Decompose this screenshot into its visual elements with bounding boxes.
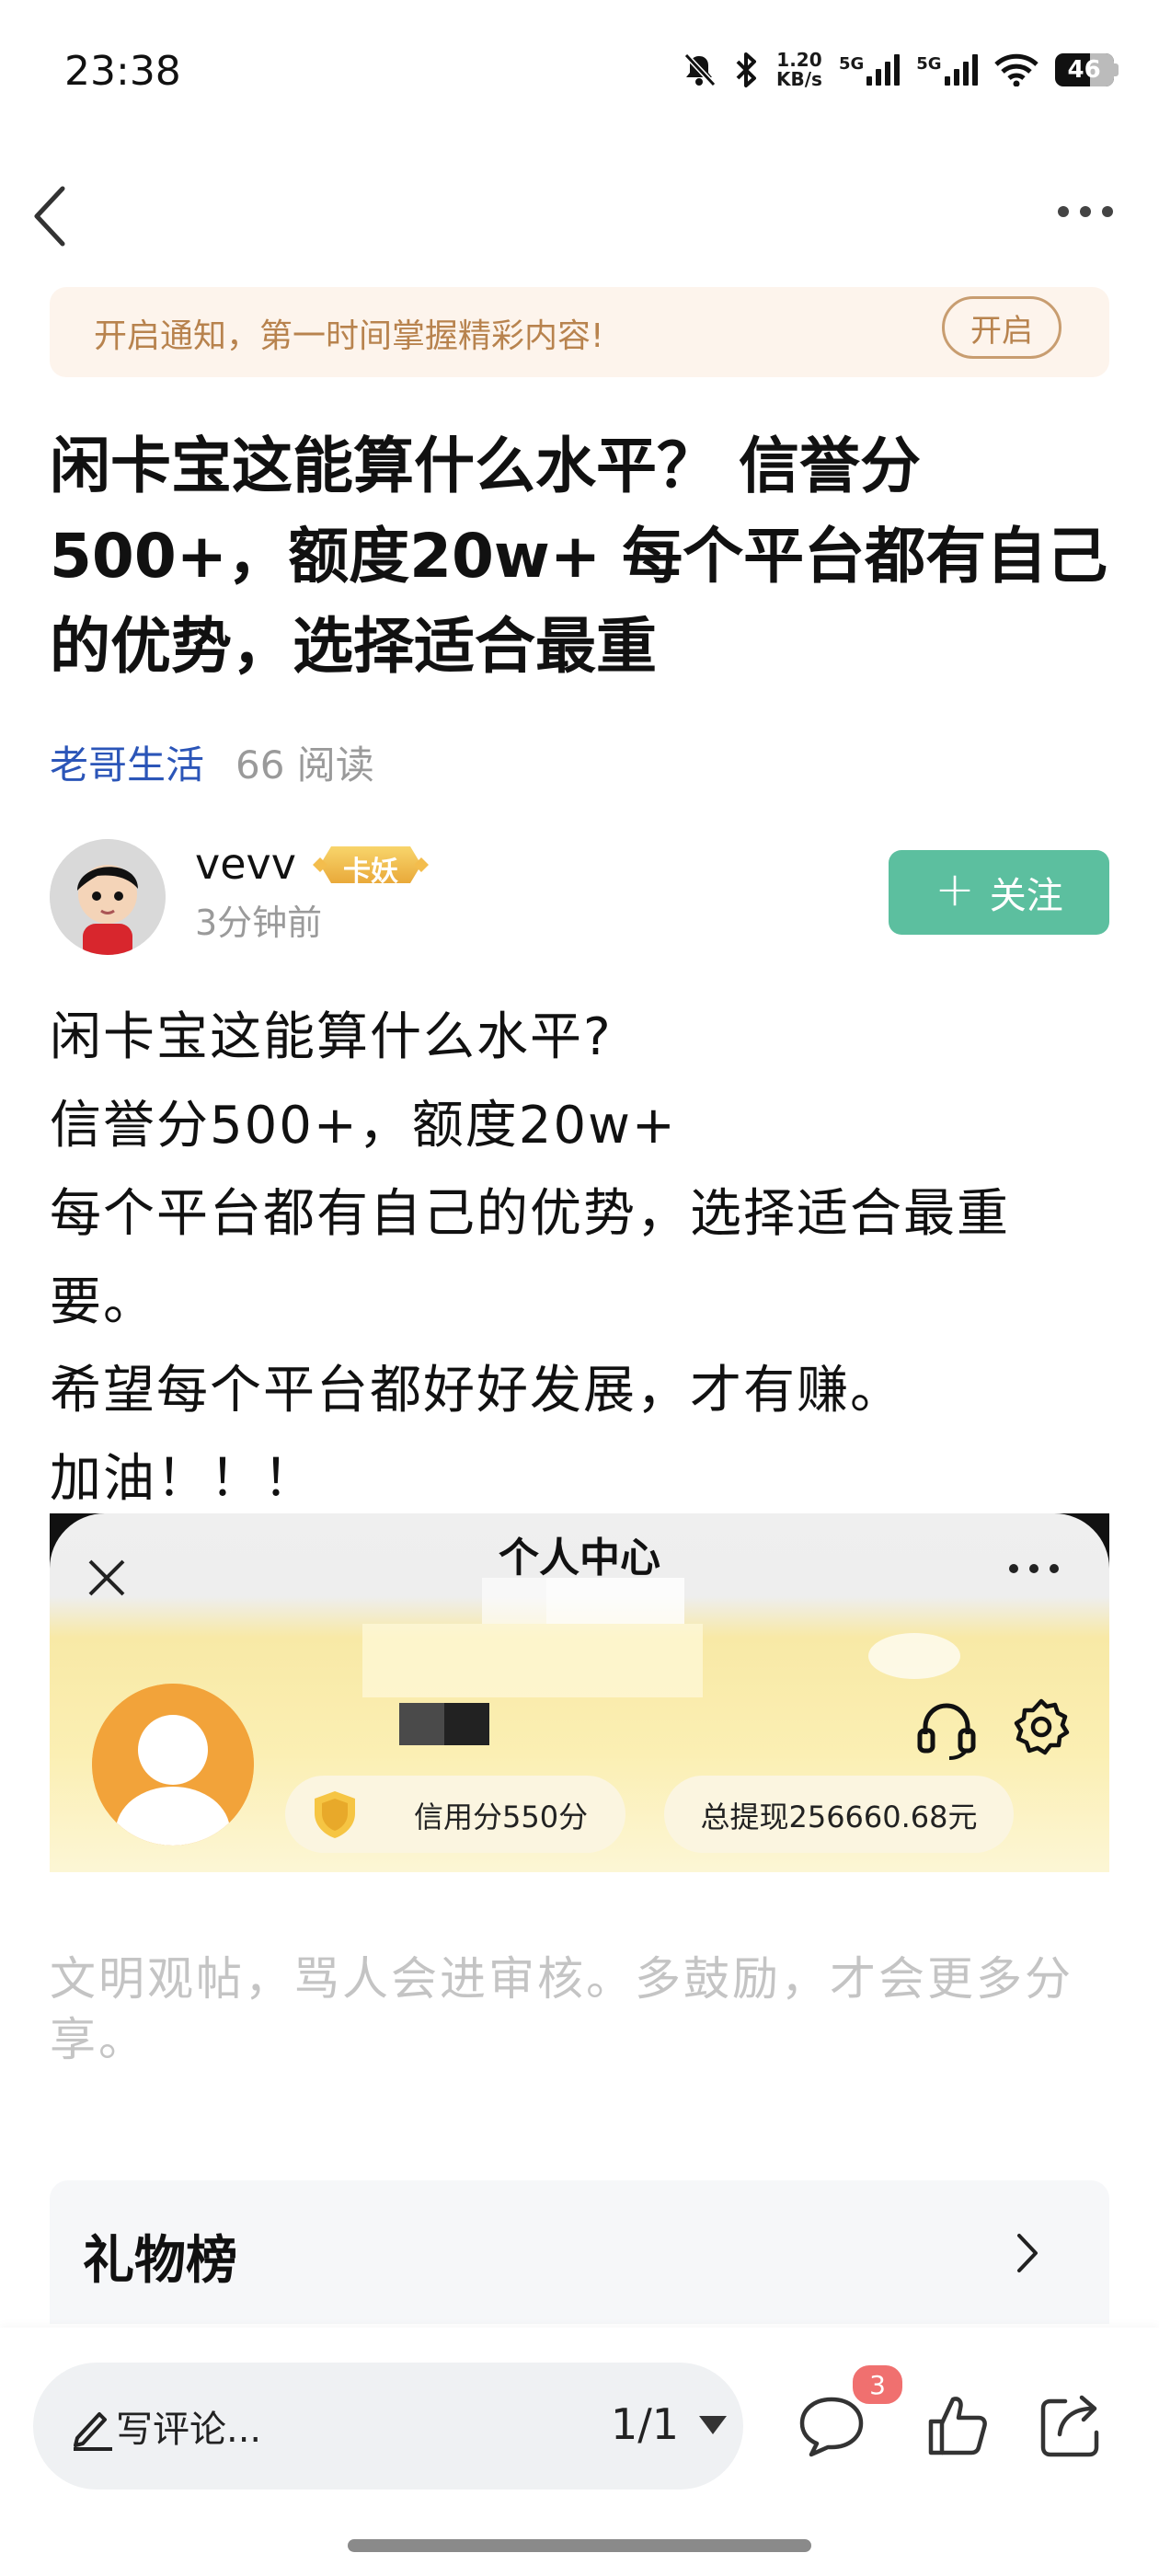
- follow-button[interactable]: + 关注: [889, 850, 1109, 935]
- signal-sim1-icon: 5G: [838, 54, 901, 86]
- comment-hint: 文明观帖，骂人会进审核。多鼓励，才会更多分享。: [50, 1952, 1073, 2066]
- sim2-label: 5G: [916, 54, 942, 74]
- plus-icon: +: [935, 862, 975, 917]
- notification-text: 开启通知，第一时间掌握精彩内容!: [94, 317, 604, 355]
- net-speed-value: 1.20: [776, 49, 822, 71]
- embed-more-icon: [1009, 1564, 1059, 1573]
- total-withdraw-pill: 总提现256660.68元: [664, 1776, 1014, 1853]
- post-body: 闲卡宝这能算什么水平? 信誉分500+，额度20w+ 每个平台都有自己的优势，选…: [50, 994, 1117, 1524]
- net-speed: 1.20 KB/s: [776, 51, 822, 89]
- comments-icon[interactable]: [797, 2394, 866, 2460]
- chevron-right-icon: [1017, 2234, 1038, 2272]
- body-line: 要。: [50, 1272, 156, 1332]
- sim1-label: 5G: [838, 54, 865, 74]
- embed-avatar-icon: [92, 1684, 254, 1846]
- net-speed-unit: KB/s: [776, 68, 822, 90]
- signal-sim2-icon: 5G: [916, 54, 978, 86]
- home-indicator[interactable]: [348, 2539, 811, 2552]
- caret-down-icon[interactable]: [697, 2414, 729, 2438]
- pencil-icon: [74, 2412, 112, 2451]
- credit-score-pill: 信用分550分: [285, 1776, 625, 1853]
- circle-link[interactable]: 老哥生活: [50, 734, 204, 790]
- post-image[interactable]: 个人中心 信用分550分 总提现256660.68元: [50, 1513, 1109, 1872]
- headset-icon: [917, 1703, 976, 1760]
- wifi-icon: [993, 53, 1039, 86]
- comment-placeholder: 写评论...: [116, 2409, 262, 2451]
- comments-count-badge: 3: [850, 2363, 905, 2407]
- notification-banner: 开启通知，第一时间掌握精彩内容! 开启: [50, 287, 1109, 377]
- status-time: 23:38: [64, 48, 181, 95]
- embed-name-mosaic: [399, 1703, 489, 1745]
- post-title: 闲卡宝这能算什么水平？ 信誉分500+，额度20w+ 每个平台都有自己的优势，选…: [50, 431, 1108, 682]
- embed-title: 个人中心: [499, 1535, 660, 1581]
- close-icon: [88, 1559, 125, 1596]
- bottom-action-bar: 写评论... 1/1 3: [0, 2328, 1159, 2576]
- bluetooth-icon: [736, 52, 756, 87]
- body-line: 闲卡宝这能算什么水平?: [50, 1007, 613, 1067]
- follow-label: 关注: [989, 875, 1063, 917]
- total-withdraw-text: 总提现256660.68元: [700, 1800, 978, 1834]
- status-icons: 1.20 KB/s 5G 5G 46: [681, 51, 1119, 89]
- gear-icon: [1014, 1698, 1070, 1755]
- battery-level: 46: [1067, 56, 1101, 84]
- post-time: 3分钟前: [195, 903, 323, 943]
- author-badge-text: 卡妖: [343, 856, 398, 888]
- author-avatar[interactable]: [50, 839, 166, 955]
- credit-score-text: 信用分550分: [414, 1800, 589, 1834]
- more-options-button[interactable]: [1049, 189, 1122, 235]
- enable-notification-button[interactable]: 开启: [942, 296, 1061, 359]
- comment-input[interactable]: 写评论... 1/1: [33, 2363, 743, 2490]
- share-icon[interactable]: [1038, 2392, 1106, 2458]
- gift-board-title: 礼物榜: [83, 2231, 237, 2291]
- page-indicator[interactable]: 1/1: [611, 2399, 679, 2449]
- battery-icon: 46: [1054, 53, 1119, 86]
- shield-icon: [315, 1791, 355, 1838]
- body-line: 信誉分500+，额度20w+: [50, 1096, 677, 1156]
- thumbs-up-icon[interactable]: [925, 2392, 990, 2458]
- body-line: 加油！！！: [50, 1449, 316, 1509]
- author-level-badge: 卡妖: [311, 841, 430, 889]
- body-line: 每个平台都有自己的优势，选择适合最重: [50, 1184, 1010, 1244]
- back-button[interactable]: [28, 179, 83, 253]
- mute-icon: [683, 52, 717, 87]
- embedded-profile-screenshot: 个人中心 信用分550分 总提现256660.68元: [50, 1513, 1109, 1872]
- post-meta: 老哥生活 66 阅读: [50, 734, 374, 790]
- author-name[interactable]: vevv: [195, 839, 296, 889]
- body-line: 希望每个平台都好好发展，才有赚。: [50, 1361, 903, 1420]
- gift-board[interactable]: 礼物榜: [50, 2180, 1109, 2324]
- read-count: 66 阅读: [235, 742, 374, 788]
